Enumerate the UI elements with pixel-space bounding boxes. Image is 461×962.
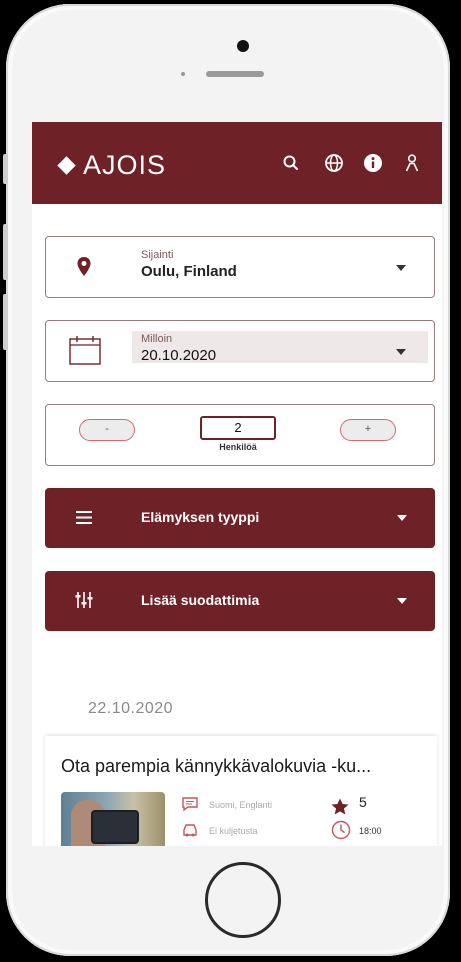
- phone-in-photo: [91, 810, 139, 844]
- date-value: 20.10.2020: [141, 347, 217, 364]
- experience-rating: 5: [359, 794, 367, 810]
- experience-type-dropdown[interactable]: Elämyksen tyyppi: [45, 488, 435, 548]
- experience-transport: Ei kuljetusta: [209, 826, 258, 836]
- logo-diamond-icon: [57, 156, 76, 175]
- speech-bubble-icon: [182, 797, 198, 812]
- volume-down-button: [3, 294, 8, 350]
- app-header: AJOIS: [32, 122, 442, 204]
- app-logo[interactable]: AJOIS: [57, 150, 167, 181]
- people-count[interactable]: 2: [200, 416, 276, 440]
- info-icon[interactable]: [362, 152, 384, 174]
- chevron-down-icon: [397, 515, 407, 521]
- experience-languages: Suomi, Englanti: [209, 800, 273, 810]
- chevron-down-icon: [397, 598, 407, 604]
- search-icon[interactable]: [280, 152, 302, 174]
- date-field[interactable]: Milloin 20.10.2020: [45, 320, 435, 382]
- user-icon[interactable]: [401, 152, 423, 174]
- proximity-sensor: [181, 72, 185, 76]
- clock-icon: [331, 820, 351, 840]
- globe-icon[interactable]: [323, 152, 345, 174]
- increase-people-button[interactable]: +: [340, 419, 396, 441]
- front-camera: [237, 40, 249, 52]
- location-value: Oulu, Finland: [141, 263, 237, 280]
- experience-type-label: Elämyksen tyyppi: [141, 509, 260, 525]
- experience-card[interactable]: Ota parempia kännykkävalokuvia -ku... Su…: [45, 736, 437, 846]
- star-icon: [331, 798, 349, 815]
- date-label: Milloin: [141, 333, 173, 345]
- more-filters-label: Lisää suodattimia: [141, 592, 260, 608]
- menu-icon: [76, 511, 92, 524]
- location-field[interactable]: Sijainti Oulu, Finland: [45, 236, 435, 298]
- home-button[interactable]: [205, 862, 281, 938]
- people-stepper: - 2 Henkilöä +: [45, 404, 435, 466]
- earpiece-speaker: [206, 71, 264, 77]
- results-date-heading: 22.10.2020: [88, 700, 174, 717]
- more-filters-dropdown[interactable]: Lisää suodattimia: [45, 571, 435, 631]
- logo-text: AJOIS: [83, 150, 167, 180]
- sliders-icon: [75, 592, 93, 608]
- chevron-down-icon: [396, 349, 406, 355]
- car-icon: [183, 824, 197, 837]
- people-caption: Henkilöä: [219, 442, 257, 452]
- calendar-icon: [69, 336, 101, 365]
- volume-up-button: [3, 224, 8, 280]
- experience-title: Ota parempia kännykkävalokuvia -ku...: [61, 756, 372, 776]
- chevron-down-icon: [396, 265, 406, 271]
- experience-time: 18:00: [359, 826, 382, 836]
- experience-photo: [61, 792, 165, 846]
- map-pin-icon: [77, 257, 91, 276]
- mute-switch: [3, 154, 8, 184]
- location-label: Sijainti: [141, 249, 174, 261]
- decrease-people-button[interactable]: -: [79, 419, 135, 441]
- app-screen: AJOIS Sijainti Oulu, Finland Milloin 20.…: [32, 122, 442, 846]
